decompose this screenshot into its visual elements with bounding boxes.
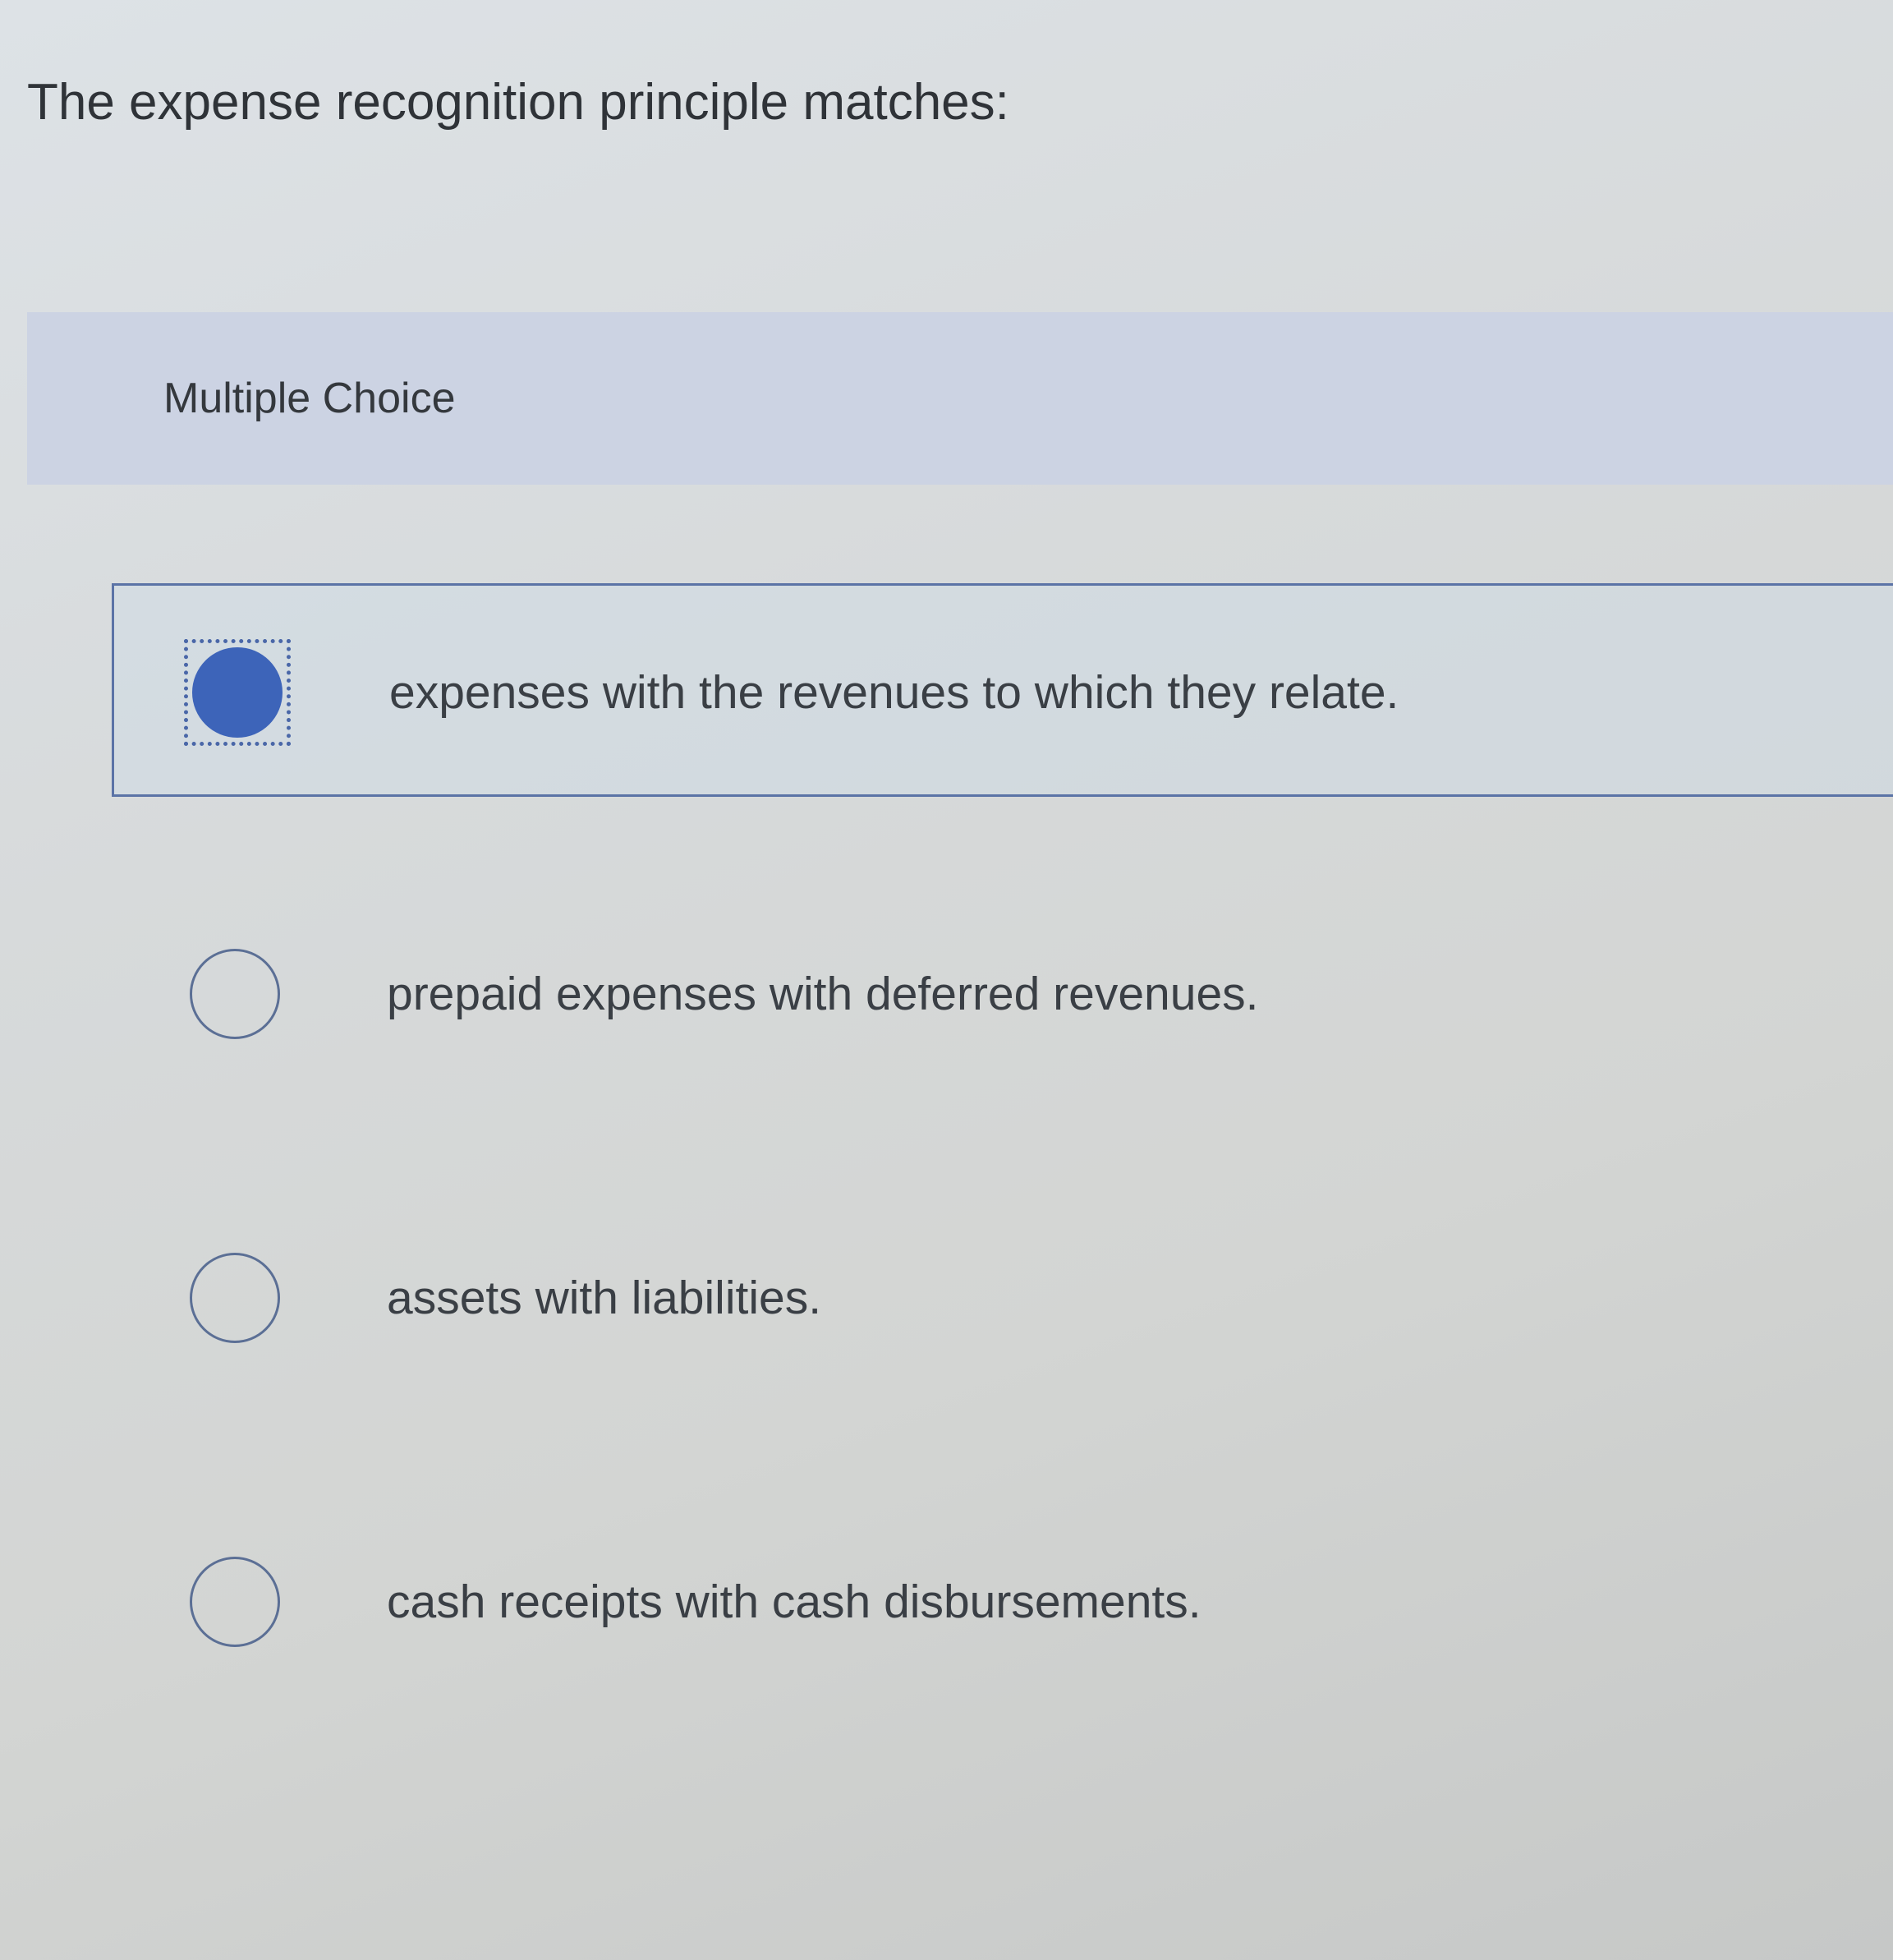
radio-wrap[interactable] [181, 1245, 288, 1351]
radio-wrap[interactable] [181, 941, 288, 1047]
answer-option-label[interactable]: assets with liabilities. [387, 1269, 821, 1327]
answer-option-label[interactable]: cash receipts with cash disbursements. [387, 1573, 1202, 1631]
multiple-choice-header: Multiple Choice [27, 312, 1893, 485]
radio-unselected-icon[interactable] [190, 1557, 280, 1647]
radio-unselected-icon[interactable] [190, 1253, 280, 1343]
answer-option-3[interactable]: assets with liabilities. [112, 1191, 1893, 1405]
question-text: The expense recognition principle matche… [27, 74, 1009, 131]
radio-selected-icon[interactable] [192, 647, 283, 738]
answer-option-2[interactable]: prepaid expenses with deferred revenues. [112, 887, 1893, 1101]
answer-option-4[interactable]: cash receipts with cash disbursements. [112, 1495, 1893, 1709]
radio-focus-ring[interactable] [184, 639, 291, 746]
radio-wrap[interactable] [181, 1548, 288, 1655]
answer-option-label[interactable]: expenses with the revenues to which they… [389, 664, 1399, 721]
multiple-choice-label: Multiple Choice [163, 375, 456, 422]
radio-unselected-icon[interactable] [190, 949, 280, 1039]
answer-option-label[interactable]: prepaid expenses with deferred revenues. [387, 965, 1259, 1023]
answer-option-1[interactable]: expenses with the revenues to which they… [112, 583, 1893, 797]
